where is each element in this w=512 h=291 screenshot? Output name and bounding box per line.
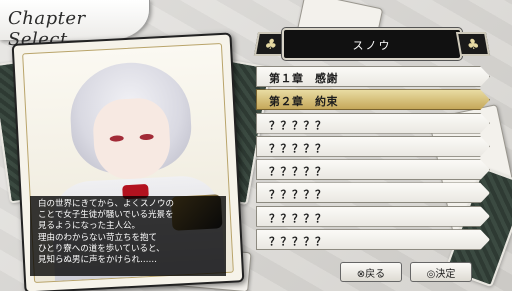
chapter-item-1[interactable]: 第１章 感謝 xyxy=(256,66,490,87)
chapter-item-5[interactable]: ？？？？？ xyxy=(256,159,490,180)
chapter-description: 白の世界にきてから、よくスノウの ことで女子生徒が騒いでいる光景を 見るようにな… xyxy=(30,196,226,276)
chapter-label: ？？？？？ xyxy=(269,188,327,202)
character-name-plate: スノウ xyxy=(282,28,462,60)
chapter-item-2[interactable]: 第２章 約束 xyxy=(256,89,490,110)
chapter-item-8[interactable]: ？？？？？ xyxy=(256,229,490,250)
description-line: 白の世界にきてから、よくスノウの xyxy=(38,199,175,209)
title-banner: Chapter Select xyxy=(0,0,150,50)
character-name: スノウ xyxy=(352,39,392,52)
chapter-list: 第１章 感謝 第２章 約束 ？？？？？ ？？？？？ ？？？？？ ？？？？？ ？？… xyxy=(256,66,490,252)
next-character-tab[interactable]: ♣ xyxy=(455,32,491,56)
chapter-label: 第１章 感謝 xyxy=(269,72,338,85)
character-face xyxy=(91,96,172,181)
description-line: 理由のわからない苛立ちを抱て xyxy=(38,232,158,243)
back-button[interactable]: ⊗戻る xyxy=(340,262,402,282)
character-name-banner: ♣ スノウ ♣ xyxy=(252,24,492,66)
chapter-label: 第２章 約束 xyxy=(269,95,338,109)
confirm-button[interactable]: ◎決定 xyxy=(410,262,472,282)
chapter-label: ？？？？？ xyxy=(269,141,327,155)
description-line: 見知らぬ男に声をかけられ…… xyxy=(38,255,158,266)
chapter-label: ？？？？？ xyxy=(269,118,327,132)
chapter-item-4[interactable]: ？？？？？ xyxy=(256,136,490,157)
description-line: 見るようになった主人公。 xyxy=(38,221,141,232)
chapter-label: ？？？？？ xyxy=(269,211,327,225)
club-icon: ♣ xyxy=(465,37,481,53)
chapter-item-7[interactable]: ？？？？？ xyxy=(256,206,490,227)
description-line: ひとり寮への道を歩いていると、 xyxy=(38,243,165,254)
chapter-label: ？？？？？ xyxy=(269,165,327,179)
description-line: ことで女子生徒が騒いでいる光景を xyxy=(38,210,174,221)
chapter-item-3[interactable]: ？？？？？ xyxy=(256,113,490,134)
chapter-item-6[interactable]: ？？？？？ xyxy=(256,182,490,203)
chapter-label: ？？？？？ xyxy=(269,235,327,249)
